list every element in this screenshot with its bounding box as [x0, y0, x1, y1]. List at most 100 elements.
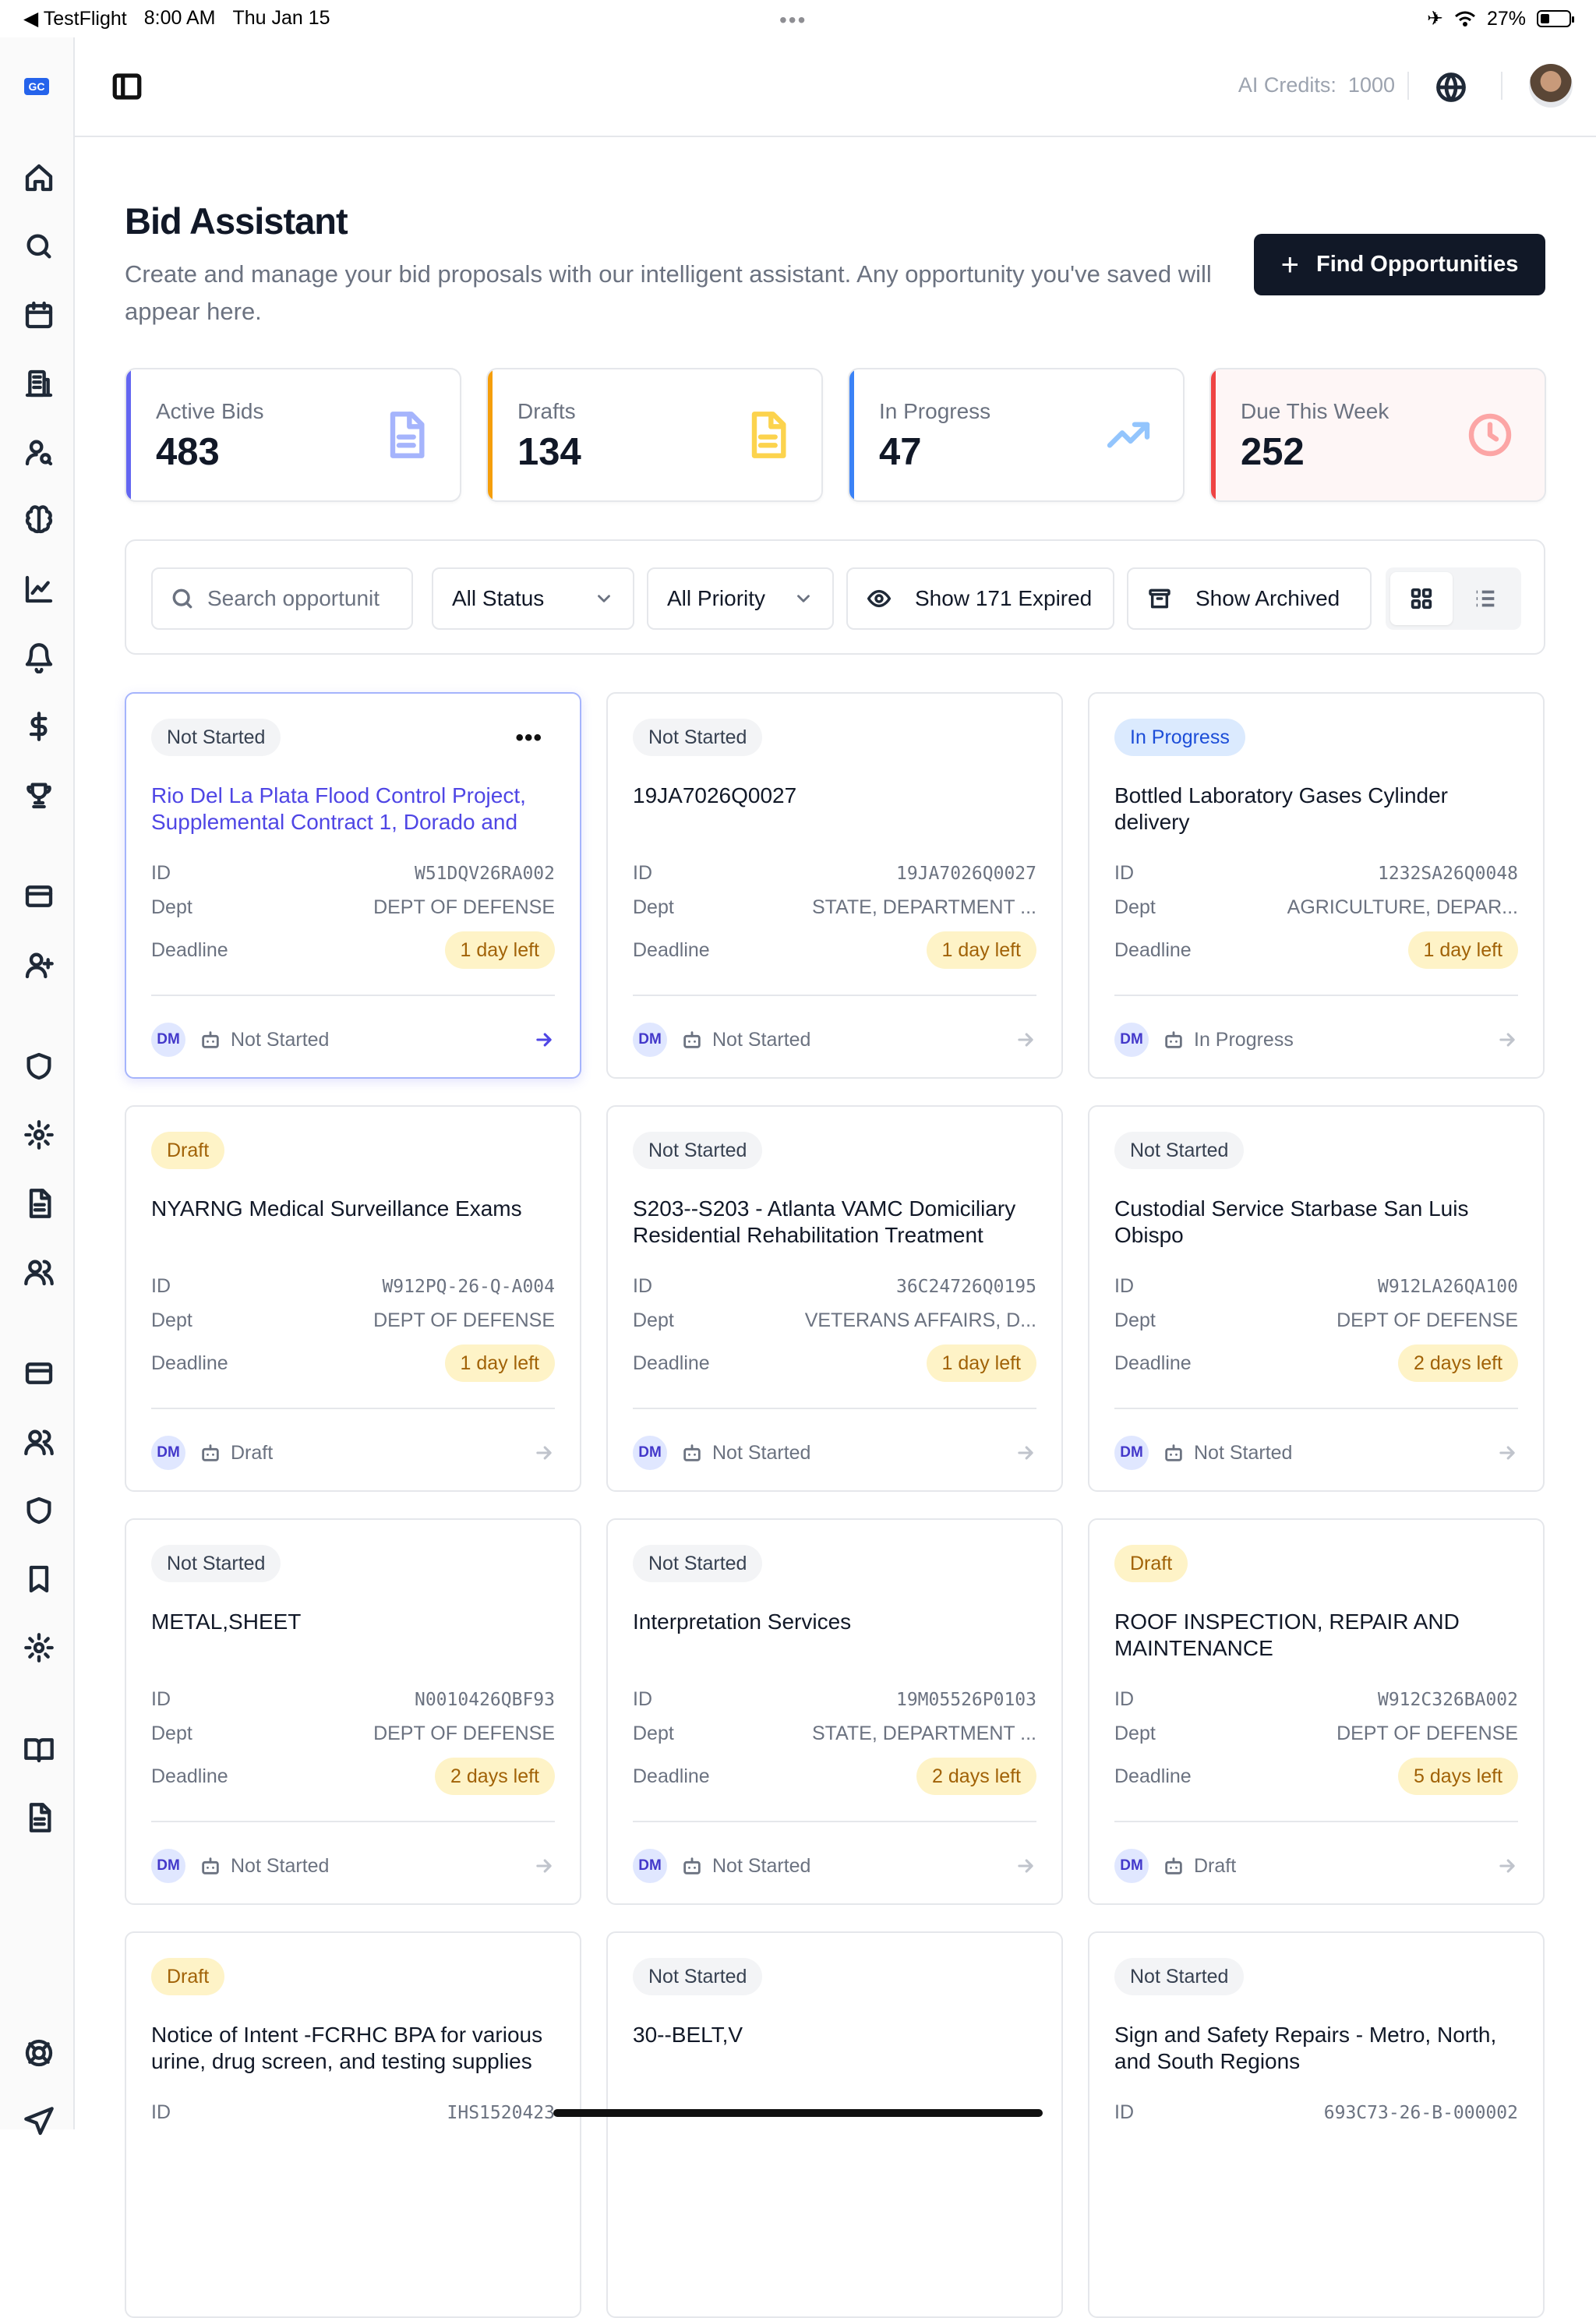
dollar-icon[interactable] [23, 711, 55, 742]
arrow-right-icon[interactable] [1015, 1442, 1036, 1464]
more-options-icon[interactable]: ••• [515, 725, 542, 751]
shield-icon[interactable] [23, 1051, 55, 1082]
grid-view-icon[interactable] [1390, 572, 1453, 625]
show-archived-button[interactable]: Show Archived [1127, 567, 1372, 630]
opportunity-title[interactable]: Rio Del La Plata Flood Control Project, … [151, 783, 555, 836]
id-label: ID [633, 1275, 652, 1297]
status-badge: Not Started [1114, 1958, 1245, 1995]
help-lifebuoy-icon[interactable] [23, 2037, 55, 2069]
book-open-icon[interactable] [23, 1733, 55, 1765]
find-opportunities-button[interactable]: + Find Opportunities [1254, 234, 1545, 295]
multitask-dots-icon[interactable]: ••• [779, 8, 807, 33]
opportunity-title[interactable]: Sign and Safety Repairs - Metro, North, … [1114, 2022, 1518, 2075]
opportunity-title[interactable]: S203--S203 - Atlanta VAMC Domiciliary Re… [633, 1196, 1036, 1249]
opportunity-title[interactable]: METAL,SHEET [151, 1609, 555, 1662]
document-icon[interactable] [23, 1802, 55, 1833]
opportunity-title[interactable]: Custodial Service Starbase San Luis Obis… [1114, 1196, 1518, 1249]
status-badge: Not Started [633, 1132, 763, 1169]
status-select[interactable]: All Status [432, 567, 634, 630]
globe-icon[interactable] [1434, 70, 1468, 104]
opportunity-card[interactable]: Not Started Sign and Safety Repairs - Met… [1088, 1931, 1545, 2318]
opportunity-card[interactable]: Not Started METAL,SHEET ID N0010426QBF93 Dep… [125, 1518, 581, 1905]
status-time: 8:00 AM [143, 7, 216, 29]
bell-icon[interactable] [23, 642, 55, 673]
opportunity-id: 19JA7026Q0027 [895, 863, 1036, 884]
bot-icon [1163, 1029, 1194, 1051]
priority-select[interactable]: All Priority [647, 567, 834, 630]
status-badge: Not Started [633, 1958, 763, 1995]
deadline-badge: 5 days left [1398, 1758, 1518, 1795]
department: DEPT OF DEFENSE [373, 896, 555, 918]
plus-icon: + [1280, 247, 1299, 282]
stat-card-due-this-week: Due This Week 252 [1209, 368, 1546, 502]
divider [1114, 1821, 1518, 1822]
opportunity-title[interactable]: ROOF INSPECTION, REPAIR AND MAINTENANCE [1114, 1609, 1518, 1662]
users-icon[interactable] [23, 1426, 55, 1458]
home-icon[interactable] [23, 162, 55, 193]
credit-card-icon[interactable] [23, 881, 55, 912]
document-icon[interactable] [23, 1188, 55, 1219]
arrow-right-icon[interactable] [533, 1855, 555, 1877]
bot-icon [681, 1442, 712, 1464]
opportunity-card[interactable]: In Progress Bottled Laboratory Gases Cyli… [1088, 692, 1545, 1079]
credit-card-icon[interactable] [23, 1358, 55, 1389]
arrow-right-icon[interactable] [1015, 1029, 1036, 1051]
arrow-right-icon[interactable] [1496, 1855, 1518, 1877]
arrow-right-icon[interactable] [1496, 1029, 1518, 1051]
bot-icon [200, 1029, 231, 1051]
search-input[interactable]: Search opportunit [151, 567, 413, 630]
show-expired-button[interactable]: Show 171 Expired [846, 567, 1114, 630]
line-chart-icon[interactable] [23, 574, 55, 605]
opportunity-id: IHS1520423 [447, 2102, 555, 2123]
dept-label: Dept [151, 1723, 192, 1744]
list-view-icon[interactable] [1454, 572, 1517, 625]
opportunity-title[interactable]: NYARNG Medical Surveillance Exams [151, 1196, 555, 1249]
opportunity-card[interactable]: Not Started S203--S203 - Atlanta VAMC Dom… [606, 1105, 1063, 1492]
calendar-icon[interactable] [23, 299, 55, 330]
avatar[interactable] [1529, 64, 1573, 108]
opportunity-card[interactable]: Not Started 30--BELT,V [606, 1931, 1063, 2318]
shield-icon[interactable] [23, 1495, 55, 1526]
back-to-app-link[interactable]: ◀ TestFlight [23, 7, 127, 30]
deadline-label: Deadline [151, 1765, 228, 1787]
opportunity-id: W51DQV26RA002 [414, 863, 555, 884]
opportunity-card[interactable]: Draft Notice of Intent -FCRHC BPA for var… [125, 1931, 581, 2318]
dept-label: Dept [1114, 1309, 1156, 1331]
opportunity-title[interactable]: 30--BELT,V [633, 2022, 1036, 2075]
deadline-badge: 1 day left [444, 1345, 555, 1382]
building-icon[interactable] [23, 368, 55, 399]
gear-icon[interactable] [23, 1119, 55, 1150]
opportunity-title[interactable]: 19JA7026Q0027 [633, 783, 1036, 836]
bot-icon [681, 1029, 712, 1051]
brain-icon[interactable] [23, 505, 55, 536]
app-logo[interactable]: GC [24, 78, 49, 95]
arrow-right-icon[interactable] [533, 1029, 555, 1051]
opportunity-card[interactable]: Draft NYARNG Medical Surveillance Exams ID… [125, 1105, 581, 1492]
opportunity-title[interactable]: Bottled Laboratory Gases Cylinder delive… [1114, 783, 1518, 836]
opportunity-card[interactable]: Draft ROOF INSPECTION, REPAIR AND MAINTEN… [1088, 1518, 1545, 1905]
user-plus-icon[interactable] [23, 949, 55, 981]
opportunity-card[interactable]: Not Started Custodial Service Starbase Sa… [1088, 1105, 1545, 1492]
opportunity-card[interactable]: Not Started 19JA7026Q0027 ID 19JA7026Q0027 D… [606, 692, 1063, 1079]
users-icon[interactable] [23, 1256, 55, 1288]
send-icon[interactable] [23, 2106, 55, 2137]
opportunity-title[interactable]: Interpretation Services [633, 1609, 1036, 1662]
opportunity-card[interactable]: Not Started Interpretation Services ID 19M0… [606, 1518, 1063, 1905]
opportunity-card[interactable]: Not Started ••• Rio Del La Plata Flood Con… [125, 692, 581, 1079]
divider [1407, 72, 1409, 100]
home-indicator[interactable] [553, 2109, 1043, 2117]
stat-card-active-bids: Active Bids 483 [125, 368, 461, 502]
bookmark-icon[interactable] [23, 1564, 55, 1595]
opportunity-id: 36C24726Q0195 [895, 1276, 1036, 1297]
gear-icon[interactable] [23, 1632, 55, 1663]
arrow-right-icon[interactable] [1015, 1855, 1036, 1877]
opportunity-title[interactable]: Notice of Intent -FCRHC BPA for various … [151, 2022, 555, 2075]
user-search-icon[interactable] [23, 436, 55, 468]
assignee-avatar: DM [151, 1436, 185, 1470]
arrow-right-icon[interactable] [1496, 1442, 1518, 1464]
trophy-icon[interactable] [23, 779, 55, 811]
arrow-right-icon[interactable] [533, 1442, 555, 1464]
dept-label: Dept [633, 1723, 674, 1744]
sidebar-toggle-icon[interactable] [111, 70, 143, 103]
search-icon[interactable] [23, 231, 55, 262]
